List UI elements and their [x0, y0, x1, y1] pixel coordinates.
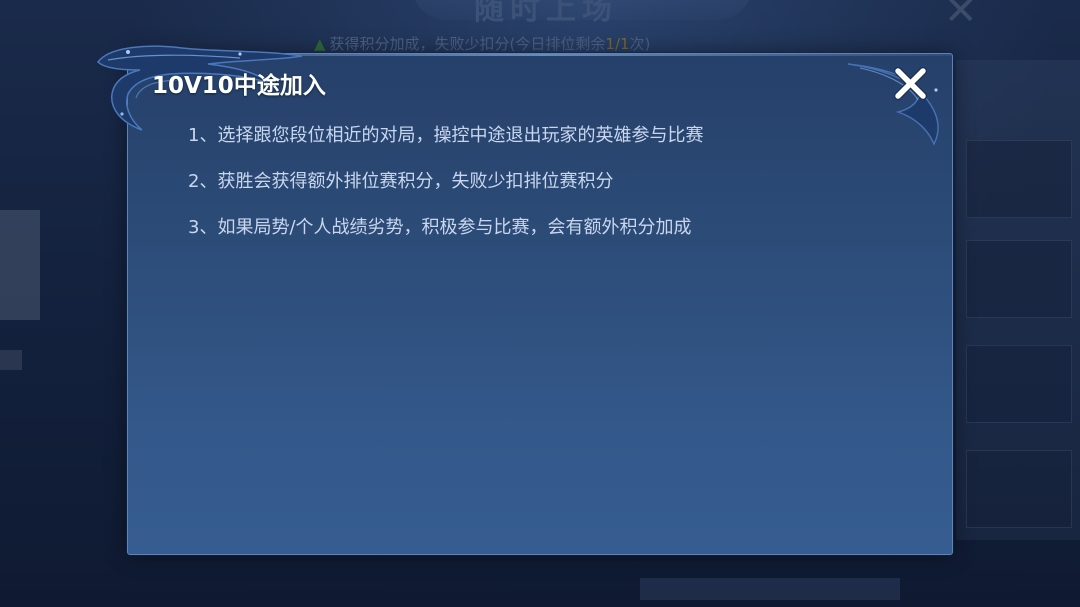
background-right-card [966, 140, 1072, 218]
rules-list: 1、选择跟您段位相近的对局，操控中途退出玩家的英雄参与比赛 2、获胜会获得额外排… [188, 125, 703, 263]
background-right-card [966, 345, 1072, 423]
background-hint-prefix: 获得积分加成，失败少扣分(今日排位剩余 [329, 35, 606, 53]
background-right-card [966, 450, 1072, 528]
dialog-title: 10V10中途加入 [152, 73, 326, 99]
background-hint-suffix: 次) [629, 35, 651, 53]
background-left-panel-small [0, 350, 22, 370]
background-bottom-bar [640, 578, 900, 600]
close-x-icon [894, 67, 927, 100]
rule-item-1: 1、选择跟您段位相近的对局，操控中途退出玩家的英雄参与比赛 [188, 125, 704, 146]
close-button[interactable] [884, 58, 936, 110]
background-close-icon: ✕ [944, 0, 978, 34]
rule-item-2: 2、获胜会获得额外排位赛积分，失败少扣排位赛积分 [188, 171, 614, 192]
background-hint: ▲ 获得积分加成，失败少扣分(今日排位剩余1/1次) [314, 33, 650, 54]
background-left-panel [0, 210, 40, 320]
background-right-card [966, 240, 1072, 318]
rule-item-3: 3、如果局势/个人战绩劣势，积极参与比赛，会有额外积分加成 [188, 217, 692, 238]
background-hint-count: 1/1 [605, 35, 630, 53]
background-title: 随时上场 [474, 0, 618, 27]
